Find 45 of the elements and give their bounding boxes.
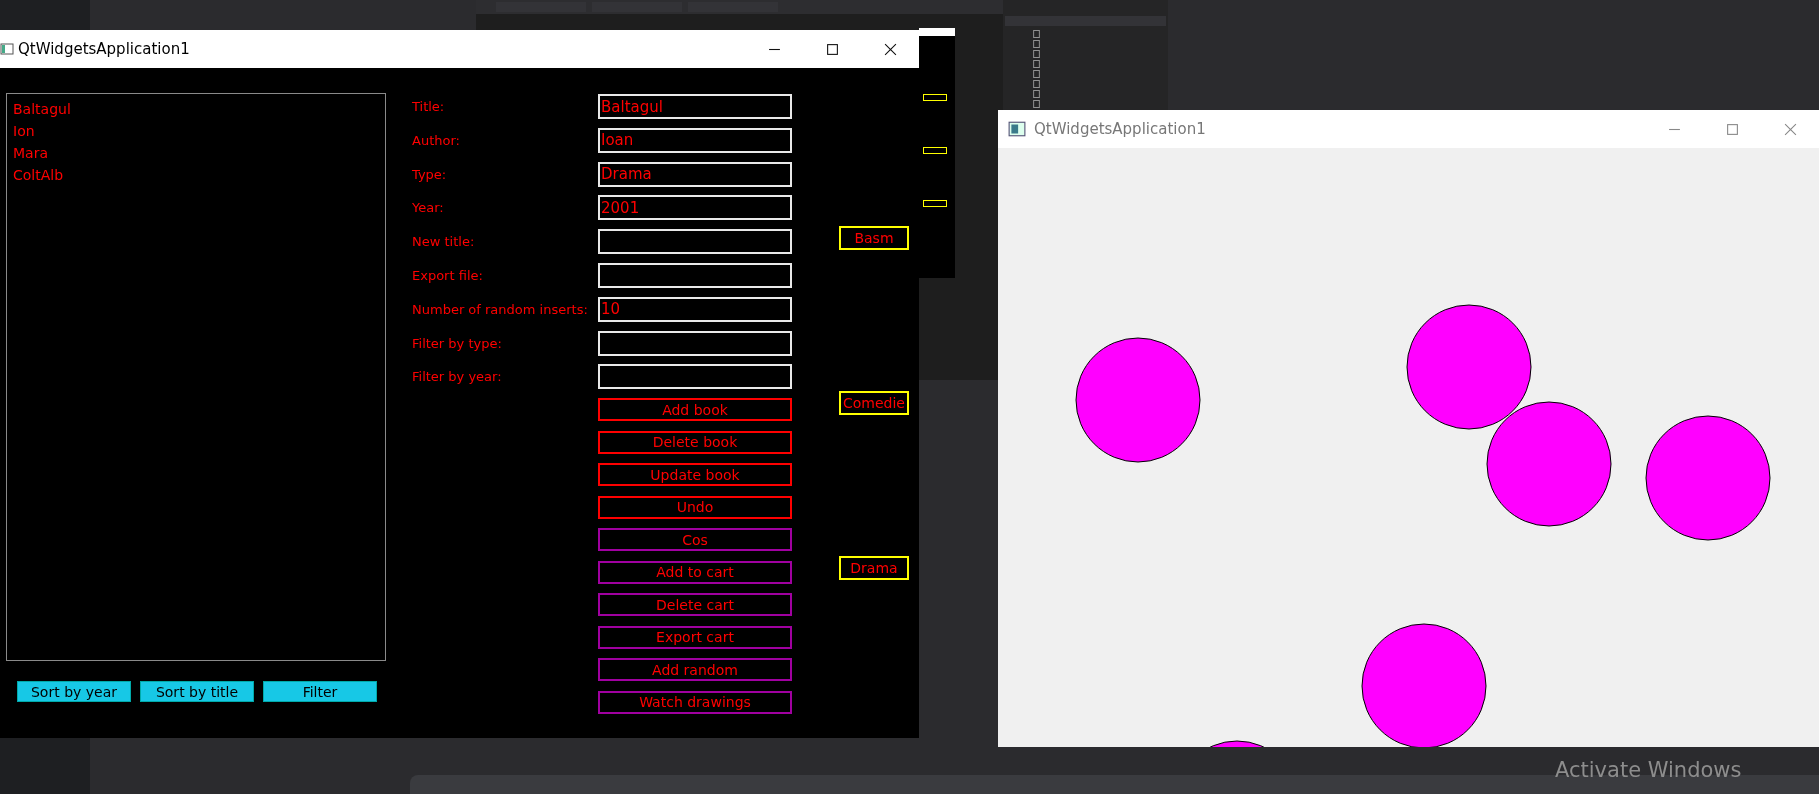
input-field[interactable] xyxy=(598,330,792,356)
type-button[interactable]: Basm xyxy=(839,226,909,250)
action-button[interactable]: Update book xyxy=(598,463,792,487)
maximize-icon[interactable] xyxy=(825,42,839,56)
list-item[interactable]: ColtAlb xyxy=(13,164,379,186)
input-field[interactable]: Baltagul xyxy=(598,94,792,119)
field-label: Type: xyxy=(412,166,448,182)
type-button[interactable]: Comedie xyxy=(839,391,909,415)
input-field[interactable]: 10 xyxy=(598,296,792,322)
window-title: QtWidgetsApplication1 xyxy=(18,40,191,58)
action-button[interactable]: Delete book xyxy=(598,430,792,454)
action-button[interactable]: Add random xyxy=(598,658,792,682)
action-button[interactable]: Cos xyxy=(598,528,792,552)
input-field[interactable]: Ioan xyxy=(598,127,792,153)
list-item[interactable]: Ion xyxy=(13,120,379,142)
input-field[interactable]: 2001 xyxy=(598,195,792,221)
input-field[interactable] xyxy=(598,364,792,390)
window-title: QtWidgetsApplication1 xyxy=(1034,120,1207,138)
field-label: Export file: xyxy=(412,268,484,283)
book-list[interactable]: Baltagul Ion Mara ColtAlb xyxy=(6,93,386,661)
field-label: New title: xyxy=(412,234,476,250)
action-button[interactable]: Add book xyxy=(598,398,792,422)
field-label: Filter by type: xyxy=(412,335,503,351)
input-field[interactable]: Drama xyxy=(598,161,792,187)
sort-button[interactable]: Filter xyxy=(263,681,377,702)
field-label: Year: xyxy=(412,200,445,216)
action-button[interactable]: Watch drawings xyxy=(598,690,792,714)
field-label: Number of random inserts: xyxy=(412,301,589,317)
action-button[interactable]: Delete cart xyxy=(598,593,792,617)
sort-button[interactable]: Sort by year xyxy=(17,681,131,702)
activation-notice: Activate Windows xyxy=(1555,758,1742,782)
app-icon xyxy=(1008,121,1026,137)
action-button[interactable]: Undo xyxy=(598,495,792,519)
list-item[interactable]: Mara xyxy=(13,142,379,164)
close-icon[interactable] xyxy=(883,42,897,56)
sort-button[interactable]: Sort by title xyxy=(140,681,254,702)
type-button[interactable]: Drama xyxy=(839,556,909,580)
input-field[interactable] xyxy=(598,229,792,255)
action-button[interactable]: Export cart xyxy=(598,625,792,649)
field-label: Author: xyxy=(412,132,461,148)
input-field[interactable] xyxy=(598,263,792,288)
field-label: Filter by year: xyxy=(412,369,503,385)
action-button[interactable]: Add to cart xyxy=(598,560,792,584)
list-item[interactable]: Baltagul xyxy=(13,98,379,120)
field-label: Title: xyxy=(412,99,446,114)
